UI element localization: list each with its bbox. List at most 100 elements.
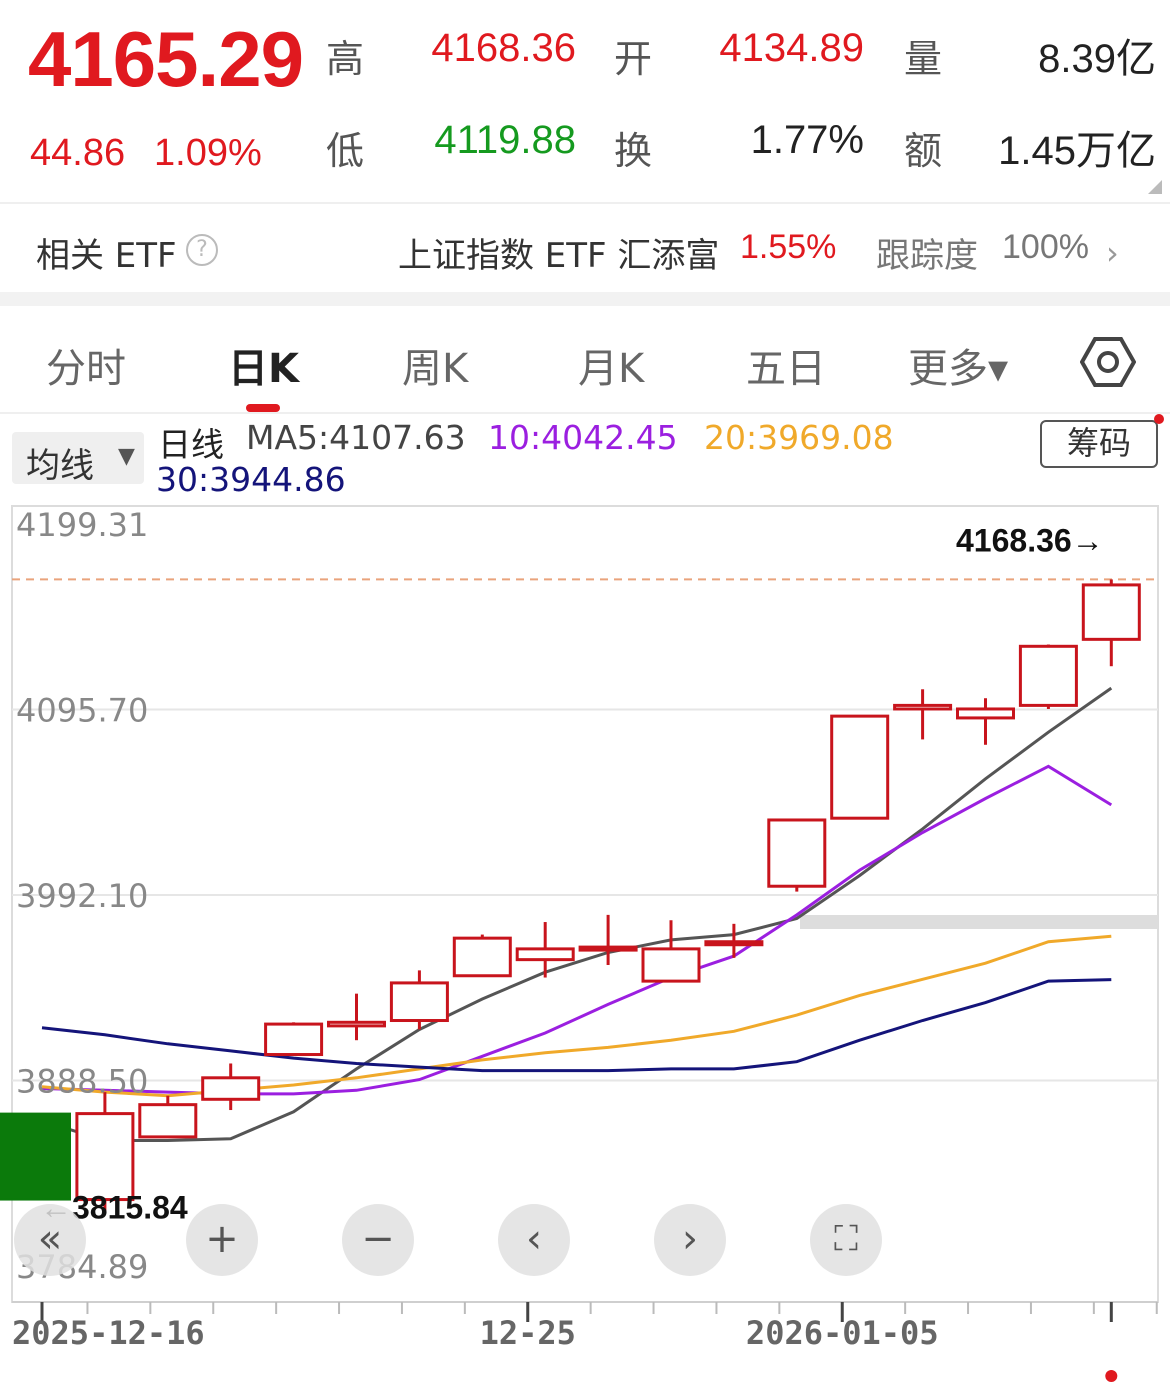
high-value: 4168.36 [431,26,576,70]
ma20-value: 20:3969.08 [704,418,894,457]
ma10-value: 10:4042.45 [488,418,678,457]
candle[interactable] [389,970,449,1030]
candle-body [452,936,512,978]
notification-dot [1154,414,1164,424]
candle[interactable] [893,689,953,740]
candle-body [138,1103,198,1139]
y-tick-label: 3992.10 [16,877,148,915]
y-tick-label: 4199.31 [16,506,148,544]
candle-body [767,818,827,888]
help-icon[interactable]: ? [186,234,218,266]
low-label: 低 [326,129,365,173]
expand-corner-icon[interactable] [1148,180,1162,194]
volume-value: 8.39亿 [1038,37,1156,81]
kline-svg[interactable]: 4199.314095.703992.103888.503784.894168.… [0,490,1170,1387]
tab-five-day[interactable]: 五日 [746,336,826,394]
plot-frame [11,505,1159,1303]
candle[interactable] [830,714,890,820]
high-label: 高 [326,37,365,81]
high-marker-label: 4168.36→ [956,522,1104,558]
period-tabs: 分时 日K 周K 月K 五日 更多▾ [0,310,1170,414]
y-tick-label: 3888.50 [16,1062,148,1100]
tab-monthly-k[interactable]: 月K [578,336,644,394]
candle-body [389,981,449,1023]
etf-track-label: 跟踪度 [876,236,978,276]
chevron-right-icon[interactable]: › [1106,234,1119,272]
etf-title: 相关 ETF [36,236,177,276]
zoom-out-button[interactable]: − [342,1204,414,1276]
tab-intraday[interactable]: 分时 [46,336,126,394]
candle[interactable] [201,1063,261,1111]
candle-body [830,714,890,820]
prev-button[interactable]: ‹ [498,1204,570,1276]
candle-body [578,945,638,952]
candle-body [704,940,764,947]
zoom-in-button[interactable]: + [186,1204,258,1276]
ma5-line [41,686,1113,1142]
candle[interactable] [956,698,1015,745]
tab-weekly-k[interactable]: 周K [402,336,468,394]
candle[interactable] [1018,644,1078,709]
etf-track-value: 100% [1002,228,1089,266]
caret-down-icon: ▼ [118,444,135,469]
candle-body [201,1076,261,1101]
candle-body [893,703,953,711]
candle-body [0,1112,71,1201]
candle-body [956,707,1015,720]
y-tick-label: 4095.70 [16,692,148,730]
candle[interactable] [327,993,386,1041]
volume-label: 量 [904,37,943,81]
turnover-value: 1.77% [750,118,864,162]
candle-body [327,1020,386,1028]
amount-label: 额 [904,129,943,173]
related-etf-row[interactable]: 相关 ETF ? 上证指数 ETF 汇添富 1.55% 跟踪度 100% › [0,206,1170,290]
candle-body [264,1022,324,1057]
fullscreen-button[interactable]: ⛶ [810,1204,882,1276]
open-value: 4134.89 [719,26,864,70]
chips-button[interactable]: 筹码 [1040,420,1158,468]
ma30-line [41,978,1112,1073]
candle[interactable] [452,934,512,978]
open-label: 开 [614,37,653,81]
candle[interactable] [264,1022,324,1057]
candle[interactable] [767,818,827,892]
scroll-back-button[interactable]: « [14,1204,86,1276]
ma-selector[interactable]: 均线 ▼ [12,432,144,486]
active-tab-indicator [246,404,280,412]
candle[interactable] [0,1112,71,1201]
candle[interactable] [515,922,575,978]
ma-selector-label: 均线 [26,446,94,486]
tab-more[interactable]: 更多▾ [908,336,1008,394]
candle-body [641,947,701,983]
divider [0,202,1170,204]
price-band [800,915,1158,929]
amount-value: 1.45万亿 [998,129,1156,173]
candle-body [515,947,575,962]
candle-body [1081,583,1141,641]
x-tick-label: 2025-12-16 [12,1314,205,1352]
low-value: 4119.88 [434,118,576,162]
divider [0,412,1170,414]
kline-chart[interactable]: 4199.31 4095.70 3992.10 3888.50 3784.89 4168.… [0,490,1170,1387]
candle[interactable] [138,1095,198,1139]
turnover-label: 换 [614,129,653,173]
price-change-pct: 1.09% [154,132,262,174]
next-button[interactable]: › [654,1204,726,1276]
ma10-line [41,764,1113,1096]
candle-body [75,1112,135,1202]
etf-name: 上证指数 ETF 汇添富 [398,236,720,276]
tab-daily-k[interactable]: 日K [228,336,299,394]
candle[interactable] [641,920,701,983]
current-bar-dot [1105,1370,1118,1382]
x-tick-label: 2026-01-05 [746,1314,939,1352]
last-price: 4165.29 [28,15,304,103]
x-tick-label: 12-25 [480,1314,576,1352]
ma-line-label: 日线 [158,425,224,464]
ma5-value: MA5:4107.63 [246,418,466,457]
etf-change-pct: 1.55% [740,228,837,266]
section-divider [0,292,1170,306]
quote-header: 4165.29 44.86 1.09% 高 4168.36 低 4119.88 … [0,0,1170,200]
candle[interactable] [1081,579,1141,667]
price-change: 44.86 [30,132,126,174]
settings-icon[interactable] [1080,334,1136,390]
